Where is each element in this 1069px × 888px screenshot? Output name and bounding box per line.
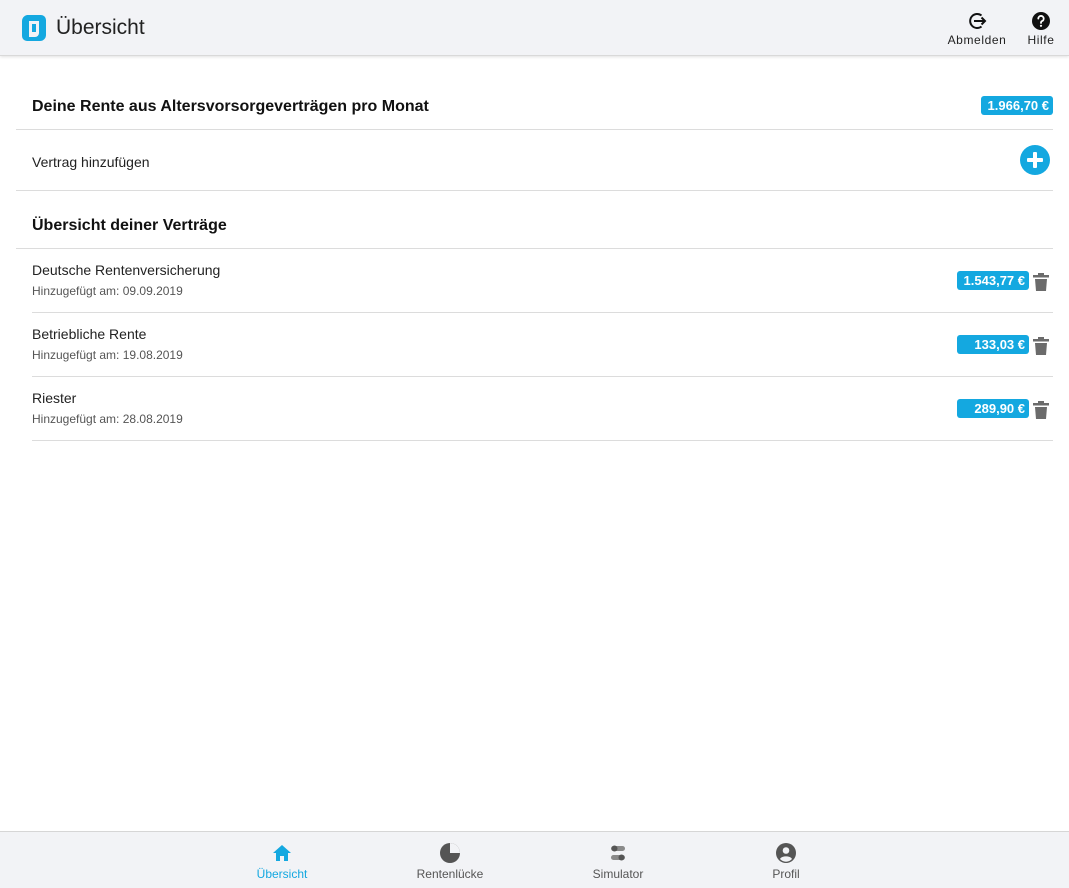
contracts-section-title: Übersicht deiner Verträge bbox=[32, 217, 227, 234]
nav-item-simulator[interactable]: Simulator bbox=[558, 832, 678, 888]
contract-added-date: Hinzugefügt am: 28.08.2019 bbox=[32, 412, 183, 426]
contract-amount-badge: 289,90 € bbox=[957, 399, 1029, 418]
contract-name: Betriebliche Rente bbox=[32, 326, 147, 342]
nav-label: Profil bbox=[772, 867, 800, 881]
add-contract-label: Vertrag hinzufügen bbox=[32, 154, 150, 170]
contract-item[interactable]: Deutsche Rentenversicherung Hinzugefügt … bbox=[32, 249, 1053, 313]
nav-item-uebersicht[interactable]: Übersicht bbox=[222, 832, 342, 888]
logout-button[interactable]: Abmelden bbox=[944, 11, 1010, 47]
total-amount-badge: 1.966,70 € bbox=[981, 96, 1053, 115]
toggles-icon bbox=[611, 845, 625, 861]
trash-icon[interactable] bbox=[1032, 336, 1050, 356]
contract-added-date: Hinzugefügt am: 19.08.2019 bbox=[32, 348, 183, 362]
trash-icon[interactable] bbox=[1032, 400, 1050, 420]
pie-chart-icon bbox=[440, 843, 460, 863]
help-button[interactable]: Hilfe bbox=[1022, 11, 1060, 47]
account-circle-icon bbox=[776, 843, 796, 863]
nav-label: Simulator bbox=[592, 867, 644, 881]
logout-icon bbox=[969, 13, 987, 29]
bottom-navigation: Übersicht Rentenlücke Simulator Profil bbox=[0, 831, 1069, 888]
add-contract-row[interactable]: Vertrag hinzufügen bbox=[16, 130, 1053, 191]
contracts-section-header: Übersicht deiner Verträge bbox=[16, 191, 1053, 249]
contract-item[interactable]: Betriebliche Rente Hinzugefügt am: 19.08… bbox=[32, 313, 1053, 377]
trash-icon[interactable] bbox=[1032, 272, 1050, 292]
contract-added-date: Hinzugefügt am: 09.09.2019 bbox=[32, 284, 183, 298]
logout-label: Abmelden bbox=[947, 33, 1007, 47]
contract-amount-badge: 133,03 € bbox=[957, 335, 1029, 354]
nav-label: Übersicht bbox=[256, 867, 308, 881]
nav-item-profil[interactable]: Profil bbox=[726, 832, 846, 888]
contract-name: Riester bbox=[32, 390, 77, 406]
help-label: Hilfe bbox=[1027, 33, 1055, 47]
contract-amount-badge: 1.543,77 € bbox=[957, 271, 1029, 290]
pension-summary: Deine Rente aus Altersvorsorgeverträgen … bbox=[16, 82, 1053, 130]
nav-label: Rentenlücke bbox=[416, 867, 484, 881]
summary-title: Deine Rente aus Altersvorsorgeverträgen … bbox=[32, 98, 429, 115]
app-bar: Übersicht Abmelden Hilfe bbox=[0, 0, 1069, 56]
app-logo-icon bbox=[21, 15, 46, 41]
add-contract-button[interactable] bbox=[1020, 145, 1050, 175]
contract-name: Deutsche Rentenversicherung bbox=[32, 262, 221, 278]
home-icon bbox=[273, 845, 291, 861]
page-title: Übersicht bbox=[56, 16, 145, 39]
nav-item-rentenluecke[interactable]: Rentenlücke bbox=[390, 832, 510, 888]
help-icon bbox=[1032, 12, 1050, 30]
contract-item[interactable]: Riester Hinzugefügt am: 28.08.2019 289,9… bbox=[32, 377, 1053, 441]
